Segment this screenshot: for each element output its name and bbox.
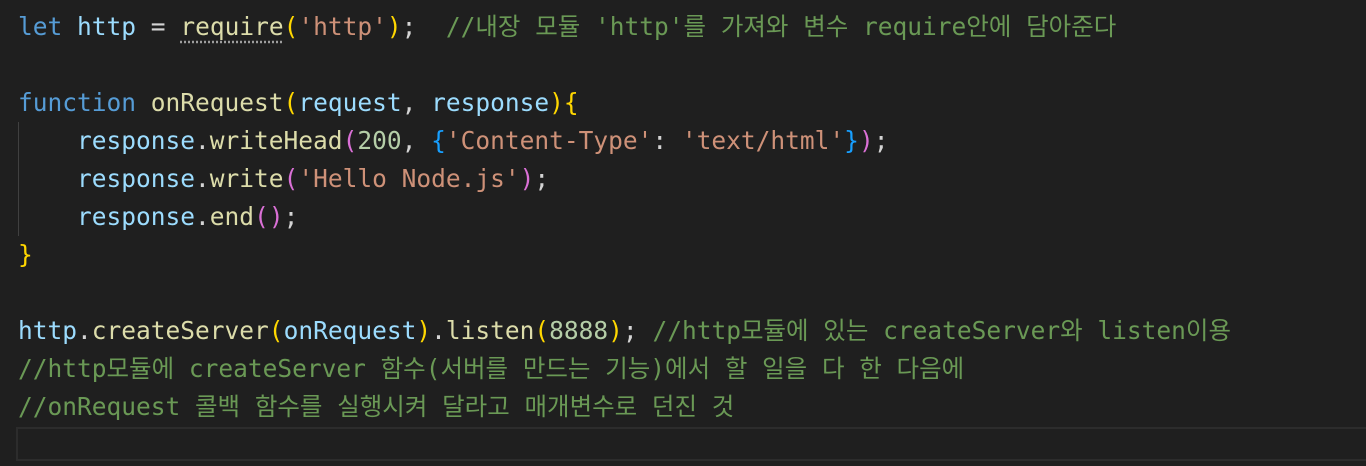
code-token: ( — [268, 316, 284, 345]
code-token: ) — [416, 316, 432, 345]
code-token: write — [209, 164, 284, 193]
code-token: listen — [445, 316, 535, 345]
code-token: 8888 — [549, 316, 609, 345]
code-token: , — [401, 88, 432, 117]
code-token: } — [844, 126, 859, 155]
code-token: . — [77, 316, 92, 345]
code-token: //내장 모듈 'http'를 가져와 변수 require안에 담아준다 — [445, 12, 1117, 41]
code-token: ) — [608, 316, 623, 345]
code-token: : — [652, 126, 682, 155]
code-token: . — [195, 202, 210, 231]
code-line[interactable]: http.createServer(onRequest).listen(8888… — [18, 312, 1231, 350]
code-token: //http모듈에 createServer 함수(서버를 만드는 기능)에서 … — [18, 354, 965, 383]
code-token: let — [18, 12, 63, 41]
code-token: //http모듈에 있는 createServer와 listen이용 — [652, 316, 1232, 345]
code-line[interactable]: response.end(); — [18, 198, 298, 236]
code-token: ) — [268, 202, 284, 231]
code-token: . — [195, 126, 210, 155]
code-token: = — [136, 12, 181, 41]
code-token: end — [209, 202, 255, 231]
code-token: 'Hello Node.js' — [298, 164, 520, 193]
code-token: writeHead — [209, 126, 343, 155]
code-token: response — [77, 164, 196, 193]
code-token: ( — [283, 12, 299, 41]
code-token: ) — [549, 88, 564, 117]
code-token: createServer — [91, 316, 269, 345]
code-token: ( — [342, 126, 358, 155]
code-token: http — [77, 12, 137, 41]
code-token: } — [18, 240, 33, 269]
code-token: 200 — [357, 126, 402, 155]
code-token: ) — [386, 12, 402, 41]
code-token: ; — [283, 202, 299, 231]
code-token: onRequest — [150, 88, 284, 117]
code-line[interactable]: response.write('Hello Node.js'); — [18, 160, 549, 198]
code-token: require — [180, 12, 284, 41]
code-line[interactable]: response.writeHead(200, {'Content-Type':… — [18, 122, 888, 160]
code-token: { — [431, 126, 446, 155]
code-token: 'text/html' — [681, 126, 845, 155]
code-token: ; — [622, 316, 653, 345]
previous-line-fragment — [0, 0, 130, 8]
code-token: ( — [283, 88, 299, 117]
code-token: 'http' — [298, 12, 387, 41]
code-token: . — [195, 164, 210, 193]
code-token: 'Content-Type' — [445, 126, 653, 155]
code-editor[interactable]: let http = require('http'); //내장 모듈 'htt… — [0, 0, 1366, 466]
code-token: response — [431, 88, 550, 117]
code-token: request — [298, 88, 402, 117]
code-token: ) — [858, 126, 874, 155]
code-token: response — [77, 126, 196, 155]
code-token: ( — [534, 316, 550, 345]
code-line[interactable]: //http모듈에 createServer 함수(서버를 만드는 기능)에서 … — [18, 350, 964, 388]
code-token: . — [431, 316, 446, 345]
code-token: ; — [401, 12, 446, 41]
code-token: ; — [534, 164, 550, 193]
code-line[interactable]: } — [18, 236, 33, 274]
code-token: //onRequest 콜백 함수를 실행시켜 달라고 매개변수로 던진 것 — [18, 392, 735, 421]
code-line[interactable]: //onRequest 콜백 함수를 실행시켜 달라고 매개변수로 던진 것 — [18, 388, 734, 426]
code-token: ( — [283, 164, 299, 193]
code-token: response — [77, 202, 196, 231]
code-token: , — [401, 126, 432, 155]
code-token: http — [18, 316, 78, 345]
current-line-highlight[interactable] — [16, 427, 1366, 461]
code-token: ; — [873, 126, 889, 155]
code-token: ) — [519, 164, 535, 193]
code-token: function — [18, 88, 137, 117]
code-token: onRequest — [283, 316, 417, 345]
code-line[interactable]: function onRequest(request, response){ — [18, 84, 579, 122]
code-line[interactable]: let http = require('http'); //내장 모듈 'htt… — [18, 8, 1116, 46]
code-token: { — [563, 88, 579, 117]
code-token: ( — [254, 202, 269, 231]
